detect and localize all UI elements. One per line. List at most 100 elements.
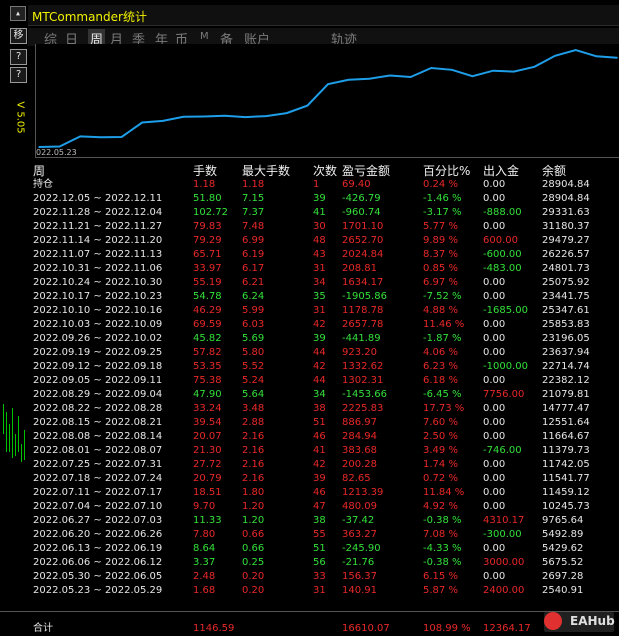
cell-max: 2.16: [242, 459, 265, 470]
cell-pl: 2652.70: [342, 235, 384, 246]
cell-pct: 4.06 %: [423, 347, 458, 358]
cell-pct: 6.23 %: [423, 361, 458, 372]
equity-point: [306, 104, 309, 107]
total-pct: 108.99 %: [423, 623, 471, 634]
table-row: 2022.10.24 ~ 2022.10.30 55.19 6.21 34 1634.1…: [28, 276, 619, 290]
cell-bal: 11459.12: [542, 487, 590, 498]
cell-pct: 4.88 %: [423, 305, 458, 316]
cell-n: 51: [313, 543, 326, 554]
cell-io: 3000.00: [483, 557, 525, 568]
cell-lots: 20.79: [193, 473, 222, 484]
move-button[interactable]: 移: [10, 28, 27, 44]
cell-max: 7.15: [242, 193, 265, 204]
cell-pct: -0.38 %: [423, 515, 462, 526]
column-header[interactable]: 盈亏金额: [342, 164, 390, 178]
menu-toggle-button[interactable]: ▴: [10, 6, 26, 21]
cell-pl: 2024.84: [342, 249, 384, 260]
cell-io: 0.00: [483, 459, 506, 470]
table-row: 2022.10.31 ~ 2022.11.06 33.97 6.17 31 208.81…: [28, 262, 619, 276]
cell-io: 0.00: [483, 193, 506, 204]
table-row: 2022.09.05 ~ 2022.09.11 75.38 5.24 44 1302.3…: [28, 374, 619, 388]
cell-lots: 79.29: [193, 235, 222, 246]
equity-point: [389, 74, 391, 77]
equity-chart: [35, 44, 619, 158]
cell-max: 5.69: [242, 333, 265, 344]
cell-period: 2022.12.05 ~ 2022.12.11: [33, 193, 163, 204]
version-text: V 5.05: [14, 101, 26, 134]
column-header[interactable]: 出入金: [483, 164, 519, 178]
cell-n: 35: [313, 291, 326, 302]
cell-pl: -1453.66: [342, 389, 387, 400]
cell-pct: 8.37 %: [423, 249, 458, 260]
app-title: MTCommander统计: [32, 10, 147, 24]
column-header[interactable]: 百分比%: [423, 164, 470, 178]
cell-bal: 24801.73: [542, 263, 590, 274]
cell-bal: 5429.62: [542, 543, 584, 554]
table-header: 周 手数 最大手数 次数 盈亏金额 百分比% 出入金 余额: [28, 164, 619, 178]
cell-pct: -4.33 %: [423, 543, 462, 554]
cell-lots: 53.35: [193, 361, 222, 372]
cell-io: 0.00: [483, 543, 506, 554]
cell-pct: -7.52 %: [423, 291, 462, 302]
cell-period: 2022.09.05 ~ 2022.09.11: [33, 375, 163, 386]
background-candle: [24, 430, 25, 460]
cell-pl: -245.90: [342, 543, 381, 554]
cell-io: 0.00: [483, 179, 506, 190]
cell-max: 5.52: [242, 361, 265, 372]
column-header[interactable]: 次数: [313, 164, 337, 178]
cell-bal: 22382.12: [542, 375, 590, 386]
background-candle: [9, 424, 10, 452]
column-header[interactable]: 最大手数: [242, 164, 290, 178]
cell-n: 44: [313, 347, 326, 358]
totals-row: 合计 1146.59 16610.07 108.99 % 12364.17: [0, 622, 619, 636]
cell-bal: 28904.84: [542, 179, 590, 190]
table-row: 2022.07.11 ~ 2022.07.17 18.51 1.80 46 1213.3…: [28, 486, 619, 500]
column-header[interactable]: 手数: [193, 164, 217, 178]
cell-n: 31: [313, 305, 326, 316]
cell-max: 0.66: [242, 543, 265, 554]
cell-bal: 29331.63: [542, 207, 590, 218]
cell-lots: 75.38: [193, 375, 222, 386]
background-candle: [21, 444, 22, 462]
cell-lots: 54.78: [193, 291, 222, 302]
cell-lots: 11.33: [193, 515, 222, 526]
cell-n: 42: [313, 459, 326, 470]
table-row: 2022.08.01 ~ 2022.08.07 21.30 2.16 41 383.68…: [28, 444, 619, 458]
cell-pct: 0.24 %: [423, 179, 458, 190]
cell-bal: 2540.91: [542, 585, 584, 596]
cell-n: 42: [313, 319, 326, 330]
cell-period: 2022.08.01 ~ 2022.08.07: [33, 445, 163, 456]
cell-pct: -1.46 %: [423, 193, 462, 204]
cell-pct: 7.08 %: [423, 529, 458, 540]
cell-max: 1.20: [242, 515, 265, 526]
title-bar[interactable]: MTCommander统计: [28, 5, 619, 26]
table-row: 2022.08.08 ~ 2022.08.14 20.07 2.16 46 284.94…: [28, 430, 619, 444]
cell-lots: 79.83: [193, 221, 222, 232]
equity-point: [595, 55, 598, 58]
cell-io: 7756.00: [483, 389, 525, 400]
tab-7[interactable]: M: [200, 31, 209, 42]
cell-max: 2.16: [242, 473, 265, 484]
cell-period: 2022.10.24 ~ 2022.10.30: [33, 277, 163, 288]
column-header[interactable]: 周: [33, 164, 45, 178]
equity-point: [162, 120, 164, 122]
cell-max: 3.48: [242, 403, 265, 414]
info-button[interactable]: ?: [10, 67, 27, 83]
column-header[interactable]: 余额: [542, 164, 566, 178]
cell-period: 2022.11.07 ~ 2022.11.13: [33, 249, 163, 260]
table-row: 2022.06.27 ~ 2022.07.03 11.33 1.20 38 -37.42…: [28, 514, 619, 528]
cell-pl: 1701.10: [342, 221, 384, 232]
cell-n: 30: [313, 221, 326, 232]
cell-pct: 0.72 %: [423, 473, 458, 484]
table-row: 2022.09.26 ~ 2022.10.02 45.82 5.69 39 -441.8…: [28, 332, 619, 346]
table-row: 2022.08.15 ~ 2022.08.21 39.54 2.88 51 886.97…: [28, 416, 619, 430]
help-button[interactable]: ?: [10, 49, 27, 65]
equity-point: [120, 136, 123, 138]
table-row: 2022.06.20 ~ 2022.06.26 7.80 0.66 55 363.27 7…: [28, 528, 619, 542]
cell-pct: 11.84 %: [423, 487, 465, 498]
cell-max: 5.80: [242, 347, 265, 358]
cell-n: 41: [313, 207, 326, 218]
cell-n: 47: [313, 501, 326, 512]
cell-io: 0.00: [483, 487, 506, 498]
cell-pl: 69.40: [342, 179, 371, 190]
